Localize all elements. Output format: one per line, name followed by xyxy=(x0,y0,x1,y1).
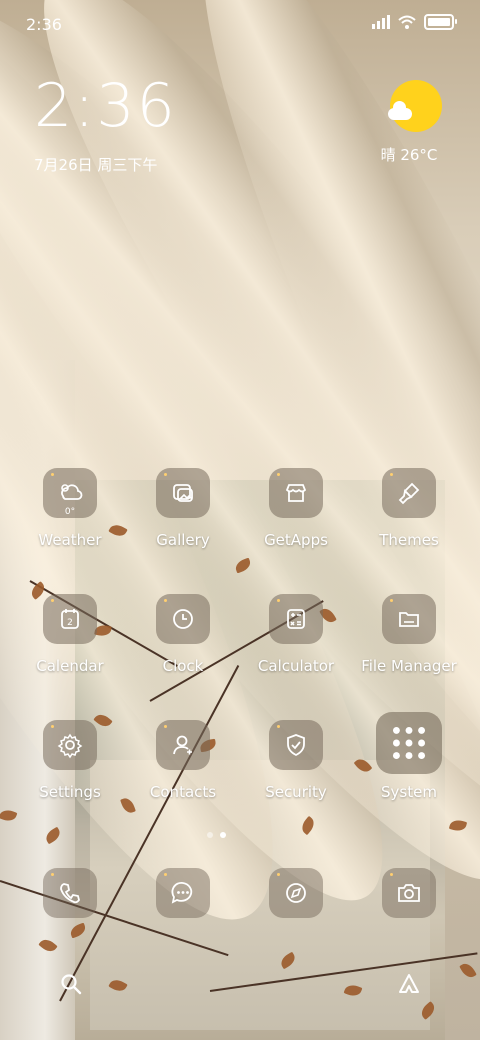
dock-browser[interactable] xyxy=(240,868,352,918)
app-file-manager[interactable]: File Manager xyxy=(353,594,465,675)
gear-icon xyxy=(57,733,83,759)
weather-tile-badge: 0° xyxy=(64,507,76,517)
camera-icon xyxy=(398,884,420,902)
phone-icon xyxy=(60,883,80,904)
app-label: Gallery xyxy=(156,531,210,549)
dock-phone[interactable] xyxy=(14,868,126,918)
app-label: File Manager xyxy=(361,657,457,675)
clock-widget-date: 7月26日 周三下午 xyxy=(34,156,158,174)
status-time: 2:36 xyxy=(26,15,62,34)
app-security[interactable]: Security xyxy=(240,720,352,801)
contacts-icon xyxy=(173,735,192,755)
assistant-button[interactable] xyxy=(389,966,429,1002)
folder-icon xyxy=(399,612,419,627)
store-icon xyxy=(285,484,307,502)
calculator-icon xyxy=(287,609,305,629)
messages-icon xyxy=(171,881,193,904)
weather-widget-text: 晴 26°C xyxy=(380,146,438,164)
app-folder-system[interactable]: System xyxy=(353,712,465,801)
clock-icon xyxy=(173,609,193,629)
app-label: Calculator xyxy=(257,657,335,675)
dock-camera[interactable] xyxy=(353,868,465,918)
signal-icon xyxy=(372,15,390,29)
app-label: Clock xyxy=(162,657,204,675)
page-indicator[interactable] xyxy=(207,832,226,838)
app-label: Weather xyxy=(38,531,102,549)
app-calendar[interactable]: 2 Calendar xyxy=(14,594,126,675)
app-label: System xyxy=(381,783,437,801)
app-calculator[interactable]: Calculator xyxy=(240,594,352,675)
folder-grid-icon xyxy=(392,726,426,760)
battery-icon xyxy=(424,14,457,30)
app-label: Contacts xyxy=(149,783,217,801)
app-label: Settings xyxy=(39,783,101,801)
calendar-icon: 2 xyxy=(61,609,79,629)
wallpaper-leaf xyxy=(459,960,477,981)
dock-messages[interactable] xyxy=(127,868,239,918)
app-getapps[interactable]: GetApps xyxy=(240,468,352,549)
gallery-icon xyxy=(173,484,193,502)
brush-icon xyxy=(398,482,420,505)
wifi-icon xyxy=(398,15,416,29)
app-gallery[interactable]: Gallery xyxy=(127,468,239,549)
app-themes[interactable]: Themes xyxy=(353,468,465,549)
app-label: Calendar xyxy=(36,657,104,675)
app-label: GetApps xyxy=(264,531,328,549)
app-contacts[interactable]: Contacts xyxy=(127,720,239,801)
page-dot-active xyxy=(220,832,226,838)
clock-widget[interactable]: 2:36 7月26日 周三下午 xyxy=(34,76,177,175)
search-icon xyxy=(61,974,82,995)
weather-icon xyxy=(61,484,83,500)
page-dot xyxy=(207,832,213,838)
app-label: Security xyxy=(265,783,327,801)
clock-widget-time: 2:36 xyxy=(34,71,177,141)
app-clock[interactable]: Clock xyxy=(127,594,239,675)
assistant-icon xyxy=(399,974,419,993)
weather-widget[interactable]: 晴 26°C xyxy=(381,80,446,165)
app-settings[interactable]: Settings xyxy=(14,720,126,801)
status-icons xyxy=(372,14,457,30)
app-weather[interactable]: 0° Weather xyxy=(14,468,126,549)
sunny-cloud-icon xyxy=(388,80,442,132)
search-button[interactable] xyxy=(51,966,91,1002)
calendar-icon-day: 2 xyxy=(67,618,73,628)
shield-icon xyxy=(287,734,305,757)
app-label: Themes xyxy=(379,531,439,549)
browser-icon xyxy=(286,883,306,903)
status-bar: 2:36 xyxy=(0,0,480,48)
